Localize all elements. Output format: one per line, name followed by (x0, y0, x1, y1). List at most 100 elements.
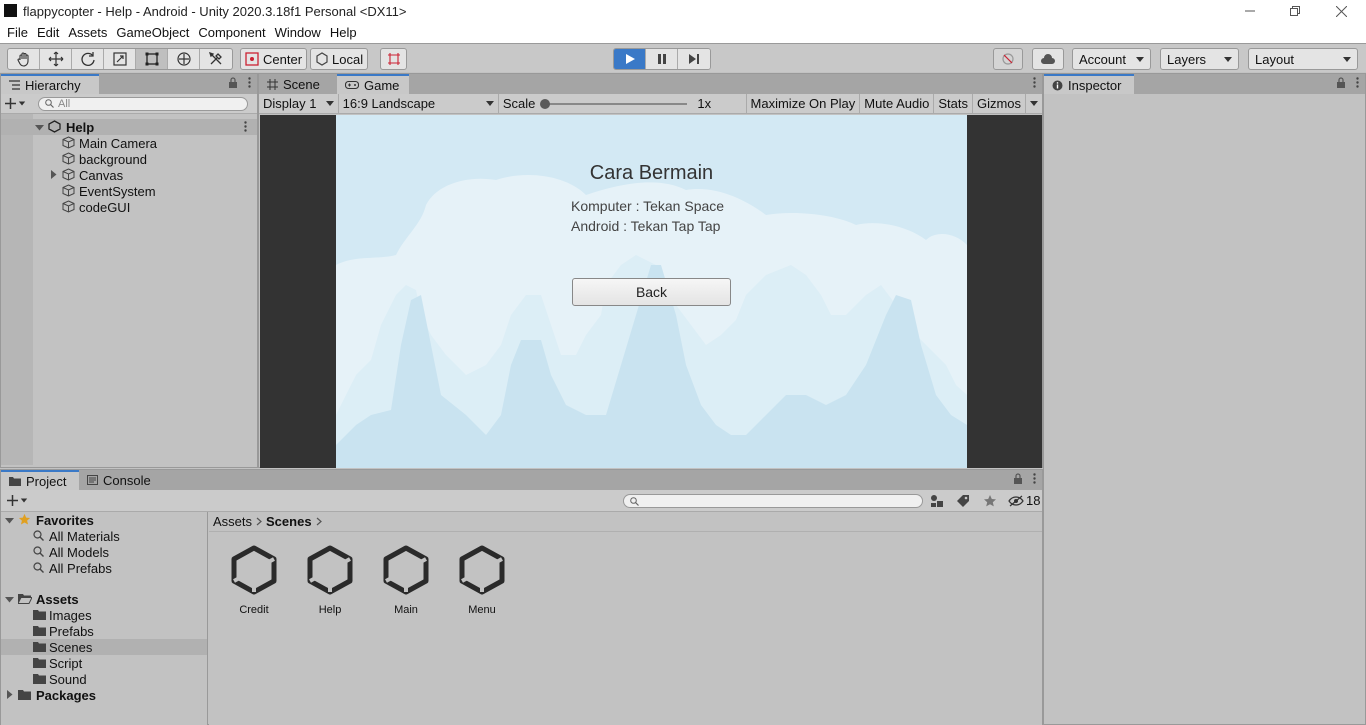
search-by-label-icon[interactable] (956, 494, 970, 508)
folder-script[interactable]: Script (1, 655, 207, 671)
mute-audio-toggle[interactable]: Mute Audio (860, 93, 935, 114)
chevron-down-icon (18, 101, 26, 106)
hidden-packages-toggle[interactable]: 18 (1008, 493, 1040, 508)
hierarchy-item-background[interactable]: background (1, 151, 257, 167)
menu-assets[interactable]: Assets (64, 25, 111, 40)
aspect-dropdown[interactable]: 16:9 Landscape (339, 93, 499, 114)
scale-slider-thumb[interactable] (540, 98, 551, 109)
hand-tool-icon[interactable] (8, 49, 40, 69)
stats-toggle[interactable]: Stats (934, 93, 973, 114)
expand-arrow-icon[interactable] (49, 170, 58, 179)
play-button[interactable] (614, 49, 646, 69)
favorite-item-all-prefabs[interactable]: All Prefabs (1, 560, 207, 576)
create-add-icon[interactable] (5, 98, 26, 109)
restore-icon[interactable] (1272, 0, 1318, 22)
folder-icon (33, 641, 46, 652)
more-options-icon[interactable] (248, 77, 251, 88)
hierarchy-tabbar: Hierarchy (1, 74, 257, 94)
project-search-input[interactable] (623, 494, 923, 508)
game-canvas[interactable]: Cara Bermain Komputer : Tekan Space Andr… (336, 115, 967, 468)
expand-arrow-icon[interactable] (35, 123, 44, 132)
tab-scene[interactable]: Scene (259, 74, 337, 94)
tab-project[interactable]: Project (1, 470, 79, 490)
menu-gameobject[interactable]: GameObject (112, 25, 193, 40)
menu-edit[interactable]: Edit (33, 25, 63, 40)
expand-arrow-icon[interactable] (5, 516, 14, 525)
scene-asset-credit[interactable]: Credit (221, 544, 287, 616)
gizmos-dropdown[interactable] (1026, 94, 1042, 114)
folder-icon (33, 657, 46, 668)
assets-root-row[interactable]: Assets (1, 591, 207, 607)
tab-console[interactable]: Console (79, 470, 167, 490)
hierarchy-item-main-camera[interactable]: Main Camera (1, 135, 257, 151)
scale-tool-icon[interactable] (104, 49, 136, 69)
maximize-on-play-toggle[interactable]: Maximize On Play (747, 93, 861, 114)
menu-file[interactable]: File (3, 25, 32, 40)
create-add-icon[interactable] (7, 495, 28, 506)
layout-dropdown[interactable]: Layout (1248, 48, 1358, 70)
rect-tool-icon[interactable] (136, 49, 168, 69)
hierarchy-item-canvas[interactable]: Canvas (1, 167, 257, 183)
expand-arrow-icon[interactable] (5, 595, 14, 604)
step-button[interactable] (678, 49, 710, 69)
scale-slider[interactable] (540, 98, 688, 110)
breadcrumb-scenes[interactable]: Scenes (266, 514, 312, 529)
grid-snap-button[interactable] (380, 48, 407, 70)
scene-asset-help[interactable]: Help (297, 544, 363, 616)
more-options-icon[interactable] (1033, 473, 1036, 484)
expand-arrow-icon[interactable] (5, 690, 14, 699)
lock-icon[interactable] (228, 77, 238, 88)
inspector-panel: Inspector (1043, 73, 1366, 725)
scene-asset-menu[interactable]: Menu (449, 544, 515, 616)
gizmos-toggle[interactable]: Gizmos (973, 93, 1027, 114)
search-by-type-icon[interactable] (930, 494, 944, 508)
scene-more-icon[interactable] (244, 121, 247, 132)
move-tool-icon[interactable] (40, 49, 72, 69)
scene-asset-main[interactable]: Main (373, 544, 439, 616)
display-dropdown[interactable]: Display 1 (259, 93, 339, 114)
cloud-button[interactable] (1032, 48, 1064, 70)
folder-prefabs[interactable]: Prefabs (1, 623, 207, 639)
custom-tools-icon[interactable] (200, 49, 232, 69)
pause-button[interactable] (646, 49, 678, 69)
hierarchy-item-eventsystem[interactable]: EventSystem (1, 183, 257, 199)
game-view[interactable]: Cara Bermain Komputer : Tekan Space Andr… (260, 115, 1042, 468)
folder-sound[interactable]: Sound (1, 671, 207, 687)
space-label: Local (332, 51, 364, 67)
breadcrumb-assets[interactable]: Assets (213, 514, 252, 529)
pivot-toggle[interactable]: Center (240, 48, 308, 70)
search-icon (33, 546, 44, 557)
space-toggle[interactable]: Local (310, 48, 369, 70)
folder-scenes[interactable]: Scenes (1, 639, 207, 655)
transform-tool-icon[interactable] (168, 49, 200, 69)
tab-inspector[interactable]: Inspector (1044, 74, 1134, 94)
favorite-star-icon[interactable] (983, 494, 997, 508)
lock-icon[interactable] (1013, 473, 1023, 484)
favorite-item-all-models[interactable]: All Models (1, 544, 207, 560)
tab-hierarchy[interactable]: Hierarchy (1, 74, 99, 94)
more-options-icon[interactable] (1356, 77, 1359, 88)
tab-game[interactable]: Game (337, 74, 409, 94)
menu-help[interactable]: Help (326, 25, 361, 40)
close-icon[interactable] (1318, 0, 1364, 22)
favorite-item-all-materials[interactable]: All Materials (1, 528, 207, 544)
menu-window[interactable]: Window (271, 25, 325, 40)
hierarchy-search-input[interactable]: All (38, 96, 248, 111)
packages-row[interactable]: Packages (1, 687, 207, 703)
collab-button[interactable] (993, 48, 1023, 70)
chevron-down-icon (1030, 101, 1039, 106)
more-options-icon[interactable] (1033, 77, 1036, 88)
transform-tools (7, 48, 233, 70)
account-dropdown[interactable]: Account (1072, 48, 1151, 70)
minimize-icon[interactable] (1227, 0, 1273, 22)
hierarchy-panel: Hierarchy All Help Main Camera backgroun… (0, 73, 258, 468)
back-button[interactable]: Back (572, 278, 731, 306)
lock-icon[interactable] (1336, 77, 1346, 88)
menu-component[interactable]: Component (194, 25, 269, 40)
layers-dropdown[interactable]: Layers (1160, 48, 1239, 70)
scene-header-row[interactable]: Help (1, 119, 257, 135)
hierarchy-item-codegui[interactable]: codeGUI (1, 199, 257, 215)
favorites-row[interactable]: Favorites (1, 512, 207, 528)
rotate-tool-icon[interactable] (72, 49, 104, 69)
folder-images[interactable]: Images (1, 607, 207, 623)
